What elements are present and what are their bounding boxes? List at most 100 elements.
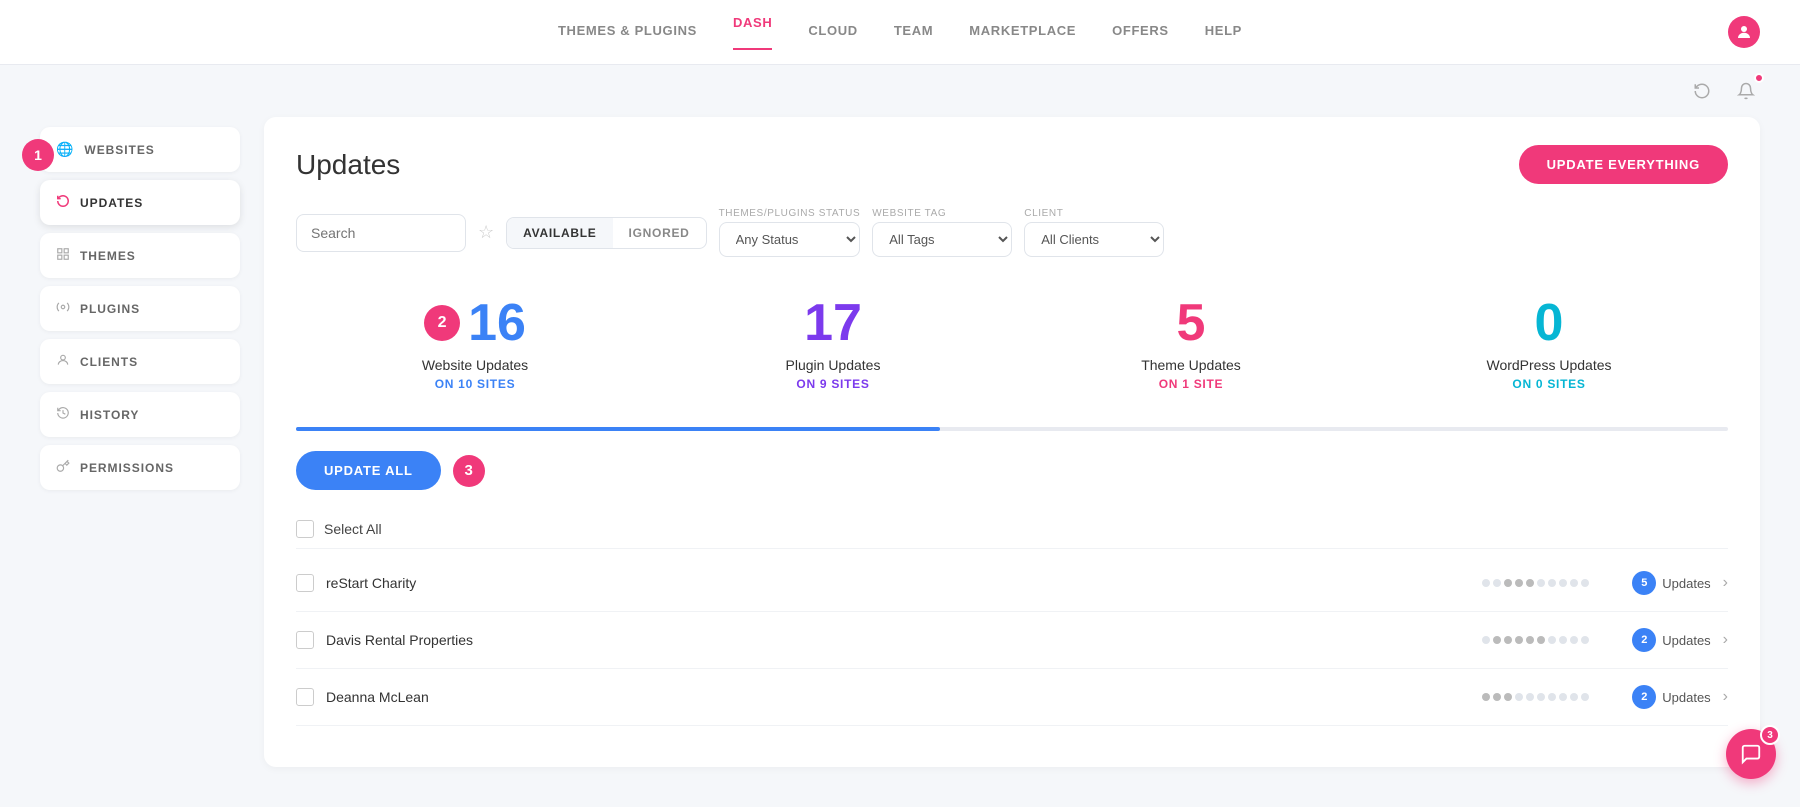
nav-offers[interactable]: OFFERS [1112,23,1169,42]
sidebar-item-history-label: HISTORY [80,408,139,422]
sidebar-item-themes-label: THEMES [80,249,136,263]
list-item: reStart Charity 5 Updates › [296,555,1728,612]
sidebar-badge: 1 [22,139,54,171]
row-1-updates-badge: 2 [1632,628,1656,652]
dot [1504,636,1512,644]
top-nav: THEMES & PLUGINS DASH CLOUD TEAM MARKETP… [0,0,1800,65]
dot [1581,693,1589,701]
select-all-label: Select All [324,521,382,537]
dot [1548,579,1556,587]
dot [1482,693,1490,701]
sidebar-item-clients[interactable]: CLIENTS [40,339,240,384]
dot [1482,579,1490,587]
update-everything-button[interactable]: UPDATE EVERYTHING [1519,145,1728,184]
nav-team[interactable]: TEAM [894,23,933,42]
update-all-row: UPDATE ALL 3 [296,451,1728,490]
row-1-updates: 2 Updates [1601,628,1711,652]
nav-marketplace[interactable]: MARKETPLACE [969,23,1076,42]
filter-row: ☆ AVAILABLE IGNORED THEMES/PLUGINS STATU… [296,208,1728,257]
status-filter-select[interactable]: Any Status [719,222,861,257]
updates-icon [56,194,70,211]
dot [1493,636,1501,644]
row-2-chevron-icon[interactable]: › [1723,688,1728,706]
main-layout: 1 🌐 WEBSITES UPDATES THEMES PLUGINS [0,117,1800,807]
client-filter-select[interactable]: All Clients [1024,222,1164,257]
sidebar-item-themes[interactable]: THEMES [40,233,240,278]
dot [1570,693,1578,701]
refresh-icon[interactable] [1688,77,1716,105]
sidebar-item-plugins-label: PLUGINS [80,302,140,316]
dot [1548,636,1556,644]
sidebar-item-permissions[interactable]: PERMISSIONS [40,445,240,490]
sidebar-item-permissions-label: PERMISSIONS [80,461,174,475]
dot [1526,579,1534,587]
sidebar-item-updates[interactable]: UPDATES [40,180,240,225]
row-1-checkbox[interactable] [296,631,314,649]
sidebar-item-websites-label: WEBSITES [84,143,154,157]
tab-available[interactable]: AVAILABLE [507,218,612,248]
search-input[interactable] [296,214,466,252]
sidebar: 1 🌐 WEBSITES UPDATES THEMES PLUGINS [40,117,240,767]
select-all-checkbox[interactable] [296,520,314,538]
list-item: Davis Rental Properties 2 Updates › [296,612,1728,669]
chat-notification-badge: 3 [1760,725,1780,745]
theme-updates-sub: ON 1 SITE [1020,377,1362,391]
row-2-checkbox[interactable] [296,688,314,706]
tag-filter-select[interactable]: All Tags [872,222,1012,257]
nav-links: THEMES & PLUGINS DASH CLOUD TEAM MARKETP… [40,15,1760,50]
sidebar-item-websites[interactable]: 🌐 WEBSITES [40,127,240,172]
plugin-updates-sub: ON 9 SITES [662,377,1004,391]
row-0-updates-badge: 5 [1632,571,1656,595]
status-filter-label: THEMES/PLUGINS STATUS [719,208,861,219]
favorite-icon[interactable]: ☆ [478,222,494,243]
nav-cloud[interactable]: CLOUD [808,23,857,42]
notification-wrapper [1732,77,1760,105]
dot [1504,693,1512,701]
stat-website-updates: 2 16 Website Updates ON 10 SITES [296,281,654,407]
dot [1526,636,1534,644]
row-0-updates-text: Updates [1662,576,1710,591]
sidebar-item-plugins[interactable]: PLUGINS [40,286,240,331]
website-updates-number: 2 16 [304,297,646,349]
nav-help[interactable]: HELP [1205,23,1242,42]
tab-ignored[interactable]: IGNORED [613,218,706,248]
chat-bubble[interactable]: 3 [1726,729,1776,779]
content-area: Updates UPDATE EVERYTHING ☆ AVAILABLE IG… [264,117,1760,767]
stats-row: 2 16 Website Updates ON 10 SITES 17 Plug… [296,281,1728,407]
row-0-dots [1482,579,1589,587]
dot [1515,579,1523,587]
dot [1537,579,1545,587]
dot [1581,579,1589,587]
tag-filter-label: WEBSITE TAG [872,208,1012,219]
client-filter-label: CLIENT [1024,208,1164,219]
row-0-updates: 5 Updates [1601,571,1711,595]
update-all-button[interactable]: UPDATE ALL [296,451,441,490]
permissions-icon [56,459,70,476]
dot [1548,693,1556,701]
row-2-dots [1482,693,1589,701]
wp-updates-sub: ON 0 SITES [1378,377,1720,391]
row-0-site-name: reStart Charity [326,575,1470,591]
stat-plugin-updates: 17 Plugin Updates ON 9 SITES [654,281,1012,407]
notification-badge [1754,73,1764,83]
row-1-updates-text: Updates [1662,633,1710,648]
nav-dash[interactable]: DASH [733,15,772,50]
stat-badge-2: 2 [424,305,460,341]
nav-themes-plugins[interactable]: THEMES & PLUGINS [558,23,697,42]
user-avatar[interactable] [1728,16,1760,48]
row-0-checkbox[interactable] [296,574,314,592]
row-0-chevron-icon[interactable]: › [1723,574,1728,592]
sidebar-item-history[interactable]: HISTORY [40,392,240,437]
dot [1526,693,1534,701]
websites-icon: 🌐 [56,141,74,158]
client-filter-group: CLIENT All Clients [1024,208,1164,257]
row-1-site-name: Davis Rental Properties [326,632,1470,648]
dot [1537,693,1545,701]
wp-updates-label: WordPress Updates [1378,357,1720,373]
theme-updates-label: Theme Updates [1020,357,1362,373]
tag-filter-group: WEBSITE TAG All Tags [872,208,1012,257]
toolbar-row [0,65,1800,117]
row-1-chevron-icon[interactable]: › [1723,631,1728,649]
clients-icon [56,353,70,370]
dot [1559,579,1567,587]
